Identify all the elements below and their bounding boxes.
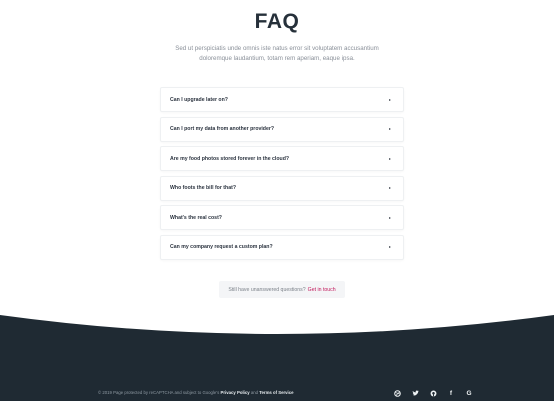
faq-question: What's the real cost? [170, 214, 222, 221]
faq-question: Can I upgrade later on? [170, 96, 228, 103]
caret-right-icon [389, 157, 391, 160]
caret-right-icon [389, 128, 391, 130]
google-icon[interactable]: G [464, 389, 474, 397]
get-in-touch-link[interactable]: Get in touch [308, 287, 336, 293]
dribbble-icon[interactable] [392, 389, 402, 397]
faq-item-photos-stored[interactable]: Are my food photos stored forever in the… [160, 146, 404, 171]
privacy-policy-link[interactable]: Privacy Policy [220, 390, 249, 395]
faq-list: Can I upgrade later on? Can I port my da… [160, 87, 404, 264]
footer-background [0, 315, 554, 401]
faq-item-real-cost[interactable]: What's the real cost? [160, 205, 404, 230]
footer-legal: © 2019 Page protected by reCAPTCHA and s… [98, 390, 294, 395]
faq-item-upgrade[interactable]: Can I upgrade later on? [160, 87, 404, 112]
faq-question: Can I port my data from another provider… [170, 126, 275, 132]
faq-item-port-data[interactable]: Can I port my data from another provider… [160, 116, 404, 142]
caret-right-icon [389, 187, 391, 189]
legal-and: and [250, 390, 258, 395]
faq-item-who-pays[interactable]: Who foots the bill for that? [160, 175, 404, 201]
facebook-icon[interactable]: f [446, 389, 456, 397]
github-icon[interactable] [428, 389, 438, 397]
faq-question: Can my company request a custom plan? [170, 244, 273, 250]
social-links: f G [392, 389, 474, 397]
caret-right-icon [389, 98, 391, 101]
footer: © 2019 Page protected by reCAPTCHA and s… [0, 388, 554, 400]
faq-question: Who foots the bill for that? [170, 185, 236, 191]
cta-text: Still have unanswered questions? [228, 286, 306, 293]
page-subtitle: Sed ut perspiciatis unde omnis iste natu… [175, 45, 379, 62]
twitter-icon[interactable] [410, 389, 420, 397]
caret-right-icon [389, 216, 391, 219]
faq-question: Are my food photos stored forever in the… [170, 155, 290, 162]
legal-text: © 2019 Page protected by reCAPTCHA and s… [98, 390, 220, 395]
terms-of-service-link[interactable]: Terms of Service [259, 390, 293, 395]
caret-right-icon [389, 246, 391, 248]
contact-cta-box: Still have unanswered questions? Get in … [219, 281, 345, 298]
faq-item-custom-plan[interactable]: Can my company request a custom plan? [160, 234, 404, 260]
page-title: FAQ [254, 10, 300, 33]
